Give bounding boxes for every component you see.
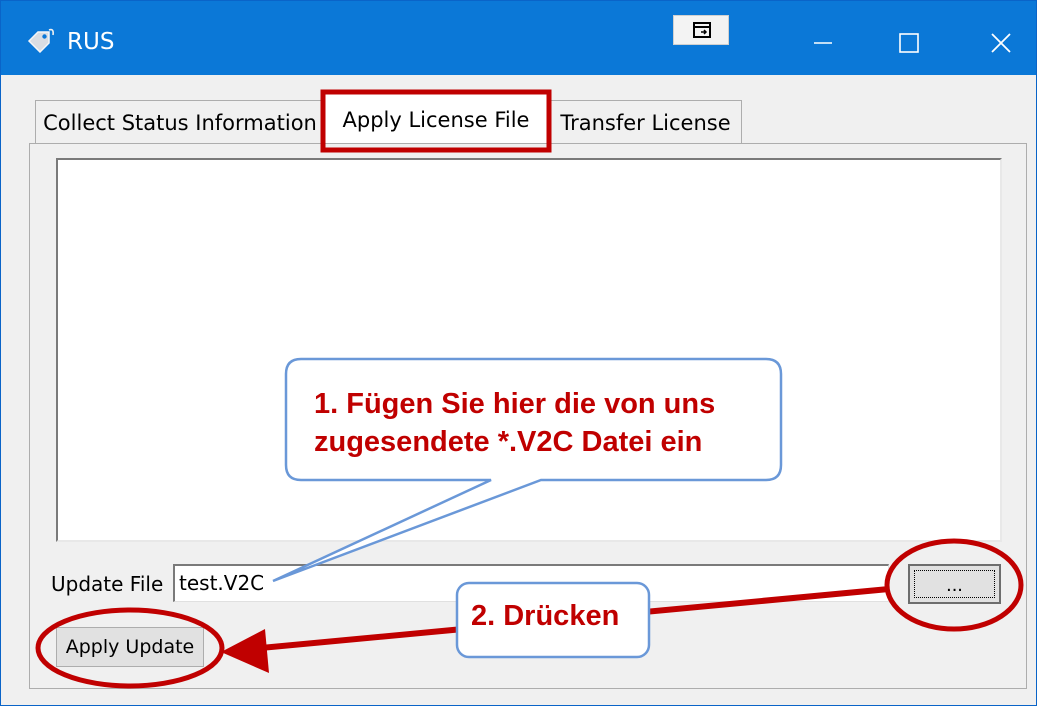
tab-bar: Collect Status Information Apply License… [1,75,1036,145]
maximize-button[interactable] [879,17,939,69]
key-tag-icon [27,28,54,53]
minimize-button[interactable] [793,17,853,69]
rus-window: RUS Collect Status Information Apply Lic… [0,0,1037,706]
update-file-label: Update File [51,572,164,596]
update-file-input[interactable]: test.V2C [173,564,889,602]
tab-collect-status-information[interactable]: Collect Status Information [35,100,325,144]
title-bar[interactable]: RUS [1,1,1036,75]
focus-rectangle [914,570,995,598]
window-title: RUS [67,29,115,55]
callout-1-text: 1. Fügen Sie hier die von uns zugesendet… [314,385,715,461]
apply-update-button[interactable]: Apply Update [56,627,204,667]
minimize-icon [814,42,832,44]
browse-button[interactable]: ... [908,564,1001,604]
callout-1-line-1: 1. Fügen Sie hier die von uns [314,388,716,420]
callout-1-line-2: zugesendete *.V2C Datei ein [314,426,703,458]
license-text-area[interactable] [56,158,1002,542]
snap-layout-icon [693,22,711,38]
snap-layout-button[interactable] [673,15,729,45]
callout-2-text: 2. Drücken [471,600,620,632]
tab-apply-license-file[interactable]: Apply License File [323,93,549,145]
maximize-icon [899,33,919,53]
close-icon [991,33,1011,53]
close-button[interactable] [971,17,1031,69]
tab-transfer-license[interactable]: Transfer License [549,100,742,144]
